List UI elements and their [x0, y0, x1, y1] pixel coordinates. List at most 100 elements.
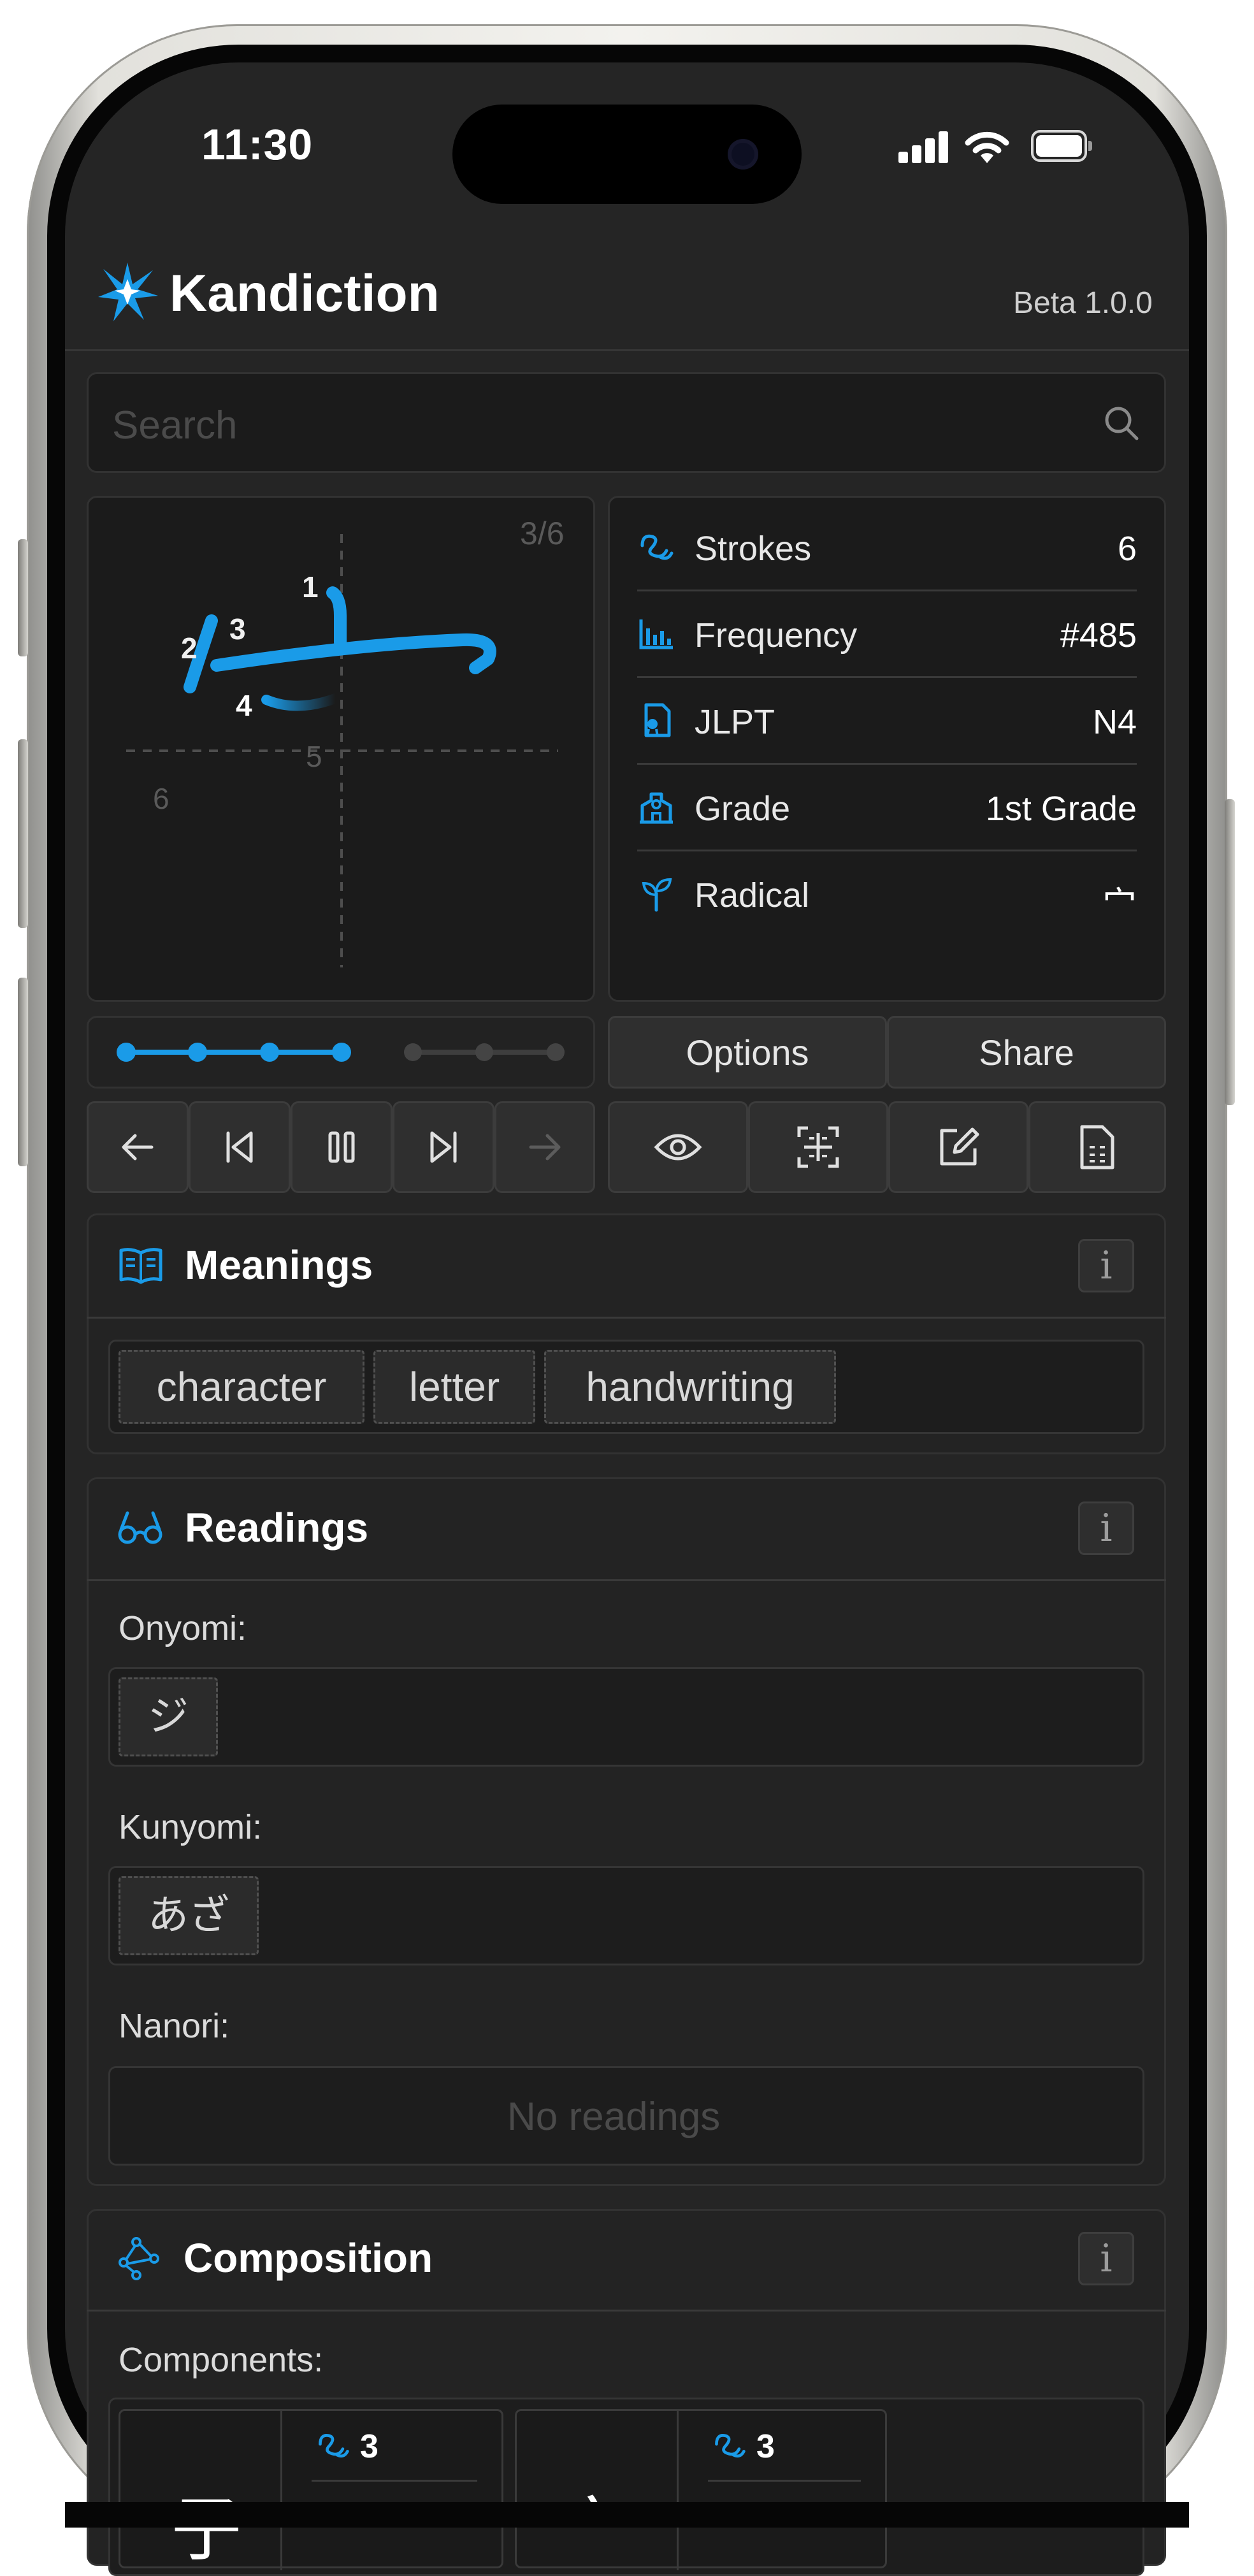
section-divider: [87, 1579, 1166, 1581]
search-icon[interactable]: [1101, 403, 1142, 444]
component-stroke-count: 3: [756, 2428, 775, 2465]
nanori-label: Nanori:: [119, 2007, 230, 2045]
step-forward-icon: [430, 1131, 457, 1163]
stroke-number: 2: [181, 632, 198, 665]
kunyomi-list: [108, 1866, 1144, 1965]
dynamic-island: [452, 105, 802, 204]
share-button[interactable]: Share: [887, 1016, 1166, 1089]
composition-info-button[interactable]: i: [1078, 2232, 1134, 2285]
document-icon: [1080, 1125, 1114, 1169]
meaning-chip: handwriting: [544, 1350, 836, 1424]
stat-row-grade: Grade 1st Grade: [637, 765, 1137, 851]
stat-row-frequency: Frequency #485: [637, 591, 1137, 678]
kunyomi-chip: あざ: [119, 1876, 259, 1955]
stat-label: Grade: [695, 790, 791, 828]
divider: [708, 2480, 861, 2482]
stat-value: 1st Grade: [985, 790, 1137, 828]
stroke-number: 5: [306, 740, 322, 773]
components-label: Components:: [119, 2341, 324, 2379]
pause-button[interactable]: [291, 1101, 393, 1193]
stat-label: JLPT: [695, 703, 775, 741]
stat-value: 宀: [1102, 884, 1137, 924]
stroke-order-diagram: [126, 534, 558, 967]
edit-button[interactable]: [888, 1101, 1028, 1193]
version-label: Beta 1.0.0: [1013, 286, 1153, 320]
stroke-progress-label: 3/6: [520, 516, 565, 551]
header-divider: [65, 349, 1189, 351]
nanori-empty-text: No readings: [507, 2095, 721, 2139]
stat-value: N4: [1092, 703, 1137, 741]
meaning-chip: letter: [373, 1350, 535, 1424]
divider: [312, 2480, 477, 2482]
strokes-icon: [715, 2434, 746, 2458]
share-label: Share: [979, 1032, 1074, 1073]
composition-title: Composition: [184, 2235, 433, 2281]
component-card[interactable]: 宀 3: [515, 2409, 887, 2570]
school-icon: [640, 792, 673, 824]
section-divider: [87, 2310, 1166, 2312]
onyomi-chip: ジ: [119, 1677, 218, 1756]
arrow-right-icon: [529, 1134, 561, 1161]
frequency-icon: [639, 619, 673, 649]
component-stroke-count: 3: [360, 2428, 378, 2465]
stroke-number: 6: [153, 782, 169, 815]
book-open-icon: [119, 1248, 162, 1284]
stroke-number: 1: [302, 570, 319, 604]
sprout-icon: [642, 878, 672, 912]
onyomi-list: [108, 1667, 1144, 1767]
meaning-chip: character: [119, 1350, 364, 1424]
onyomi-label: Onyomi:: [119, 1609, 247, 1647]
grid-focus-button[interactable]: [748, 1101, 888, 1193]
stat-value: 6: [1117, 530, 1137, 568]
screen-bottom-mask: [65, 2502, 1189, 2528]
glasses-icon: [118, 1511, 162, 1544]
eye-icon: [654, 1134, 702, 1161]
volume-up-button: [18, 739, 28, 928]
kunyomi-label: Kunyomi:: [119, 1808, 263, 1846]
app-title: Kandiction: [169, 264, 440, 322]
edit-icon: [940, 1127, 979, 1166]
component-card[interactable]: 子 3: [119, 2409, 503, 2570]
stat-label: Strokes: [695, 530, 812, 568]
search-placeholder: Search: [112, 403, 238, 447]
section-divider: [87, 1317, 1166, 1319]
readings-title: Readings: [185, 1505, 369, 1551]
power-button: [1225, 799, 1235, 1105]
wifi-icon: [965, 131, 1009, 163]
stroke-slider-track[interactable]: [87, 1016, 595, 1089]
meanings-title: Meanings: [185, 1242, 373, 1288]
strokes-icon: [640, 534, 674, 560]
meanings-info-button[interactable]: i: [1078, 1239, 1134, 1292]
grid-focus-icon: [797, 1126, 839, 1168]
signal-icon: [898, 130, 949, 163]
step-forward-button[interactable]: [393, 1101, 494, 1193]
arrow-left-icon: [122, 1134, 154, 1161]
camera-icon: [728, 139, 758, 170]
step-back-icon: [226, 1131, 253, 1163]
battery-icon: [1031, 130, 1092, 162]
options-label: Options: [686, 1032, 809, 1073]
stroke-number: 4: [236, 689, 252, 722]
share-nodes-icon: [119, 2237, 159, 2280]
previous-kanji-button[interactable]: [87, 1101, 189, 1193]
app-logo-icon: [98, 263, 158, 321]
status-time: 11:30: [201, 120, 314, 169]
step-back-button[interactable]: [189, 1101, 291, 1193]
jlpt-icon: [644, 703, 671, 737]
stat-row-radical: Radical 宀: [637, 851, 1137, 938]
next-kanji-button[interactable]: [494, 1101, 595, 1193]
search-input[interactable]: [87, 372, 1166, 473]
stroke-number: 3: [229, 612, 246, 646]
stat-value: #485: [1060, 616, 1137, 655]
details-document-button[interactable]: [1028, 1101, 1166, 1193]
volume-down-button: [18, 978, 28, 1166]
stat-label: Frequency: [695, 616, 858, 655]
stat-label: Radical: [695, 876, 810, 915]
pause-icon: [328, 1131, 355, 1163]
strokes-icon: [319, 2434, 349, 2458]
action-button: [18, 539, 28, 656]
readings-info-button[interactable]: i: [1078, 1501, 1134, 1555]
stat-row-strokes: Strokes 6: [637, 505, 1137, 591]
options-button[interactable]: Options: [608, 1016, 887, 1089]
toggle-visibility-button[interactable]: [608, 1101, 748, 1193]
